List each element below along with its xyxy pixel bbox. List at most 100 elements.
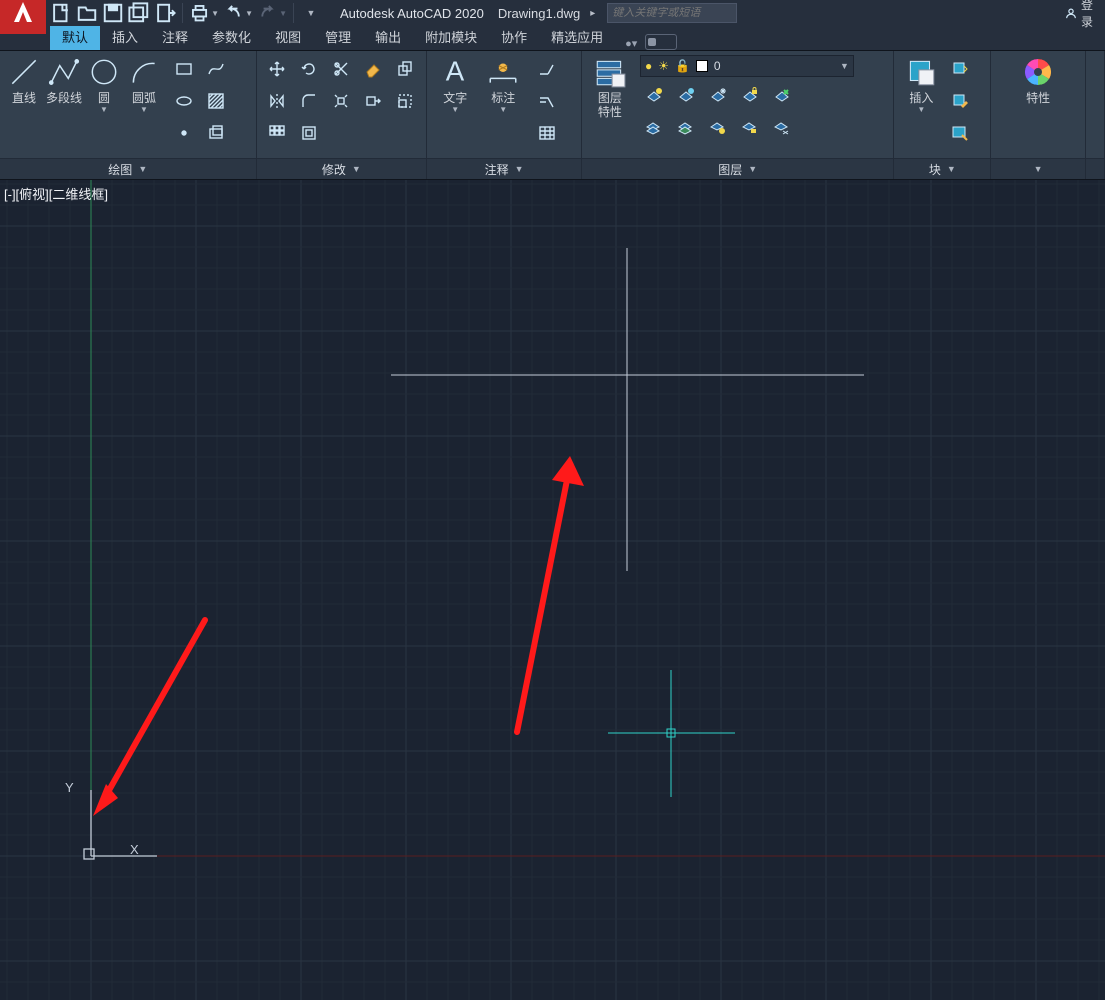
tool-line[interactable]: 直线	[6, 55, 42, 158]
panel-block: 插入 ▼ 块▼	[894, 51, 991, 179]
explode-icon[interactable]	[327, 87, 355, 115]
panel-title-draw[interactable]: 绘图▼	[0, 158, 256, 179]
bulb-icon: ●	[645, 59, 652, 73]
create-icon[interactable]	[946, 55, 974, 83]
chevron-down-icon: ▼	[140, 105, 148, 114]
rect-icon[interactable]	[170, 55, 198, 83]
annotate-mini	[533, 55, 561, 158]
tab-parametric[interactable]: 参数化	[200, 23, 263, 50]
tool-circle[interactable]: 圆 ▼	[86, 55, 122, 158]
panel-title-modify[interactable]: 修改▼	[257, 158, 427, 179]
quick-access-toolbar: ▼ ▼ ▼ ▼	[50, 3, 322, 23]
login-button[interactable]: 登录	[1065, 0, 1093, 30]
search-input[interactable]	[608, 7, 736, 19]
leader-icon[interactable]	[533, 55, 561, 83]
move-icon[interactable]	[263, 55, 291, 83]
dim-icon	[486, 55, 520, 89]
panel-title-annotate[interactable]: 注释▼	[427, 158, 581, 179]
tab-overflow-icon[interactable]: ●▾	[625, 37, 637, 50]
tool-properties[interactable]: 特性	[1013, 55, 1063, 158]
layer-tools	[640, 81, 854, 141]
qat-redo-icon[interactable]: ▼	[257, 3, 287, 23]
trim-icon[interactable]	[327, 55, 355, 83]
ribbon-tabs: 默认 插入 注释 参数化 视图 管理 输出 附加模块 协作 精选应用 ●▾	[0, 26, 1105, 51]
panel-title-properties[interactable]: ▼	[991, 158, 1085, 179]
tool-insert[interactable]: 插入 ▼	[900, 55, 942, 158]
arc-icon	[127, 55, 161, 89]
draw-mini-tools	[170, 55, 230, 158]
svg-text:A: A	[446, 56, 465, 87]
ucs-y-label: Y	[65, 780, 74, 795]
layiso-icon[interactable]	[672, 81, 700, 109]
laylock-icon[interactable]	[736, 81, 764, 109]
layunis-icon[interactable]	[672, 113, 700, 141]
chevron-down-icon: ▼	[840, 61, 849, 71]
table-icon[interactable]	[533, 119, 561, 147]
mleader-icon[interactable]	[533, 87, 561, 115]
tab-addins[interactable]: 附加模块	[413, 23, 489, 50]
panel-collapsed-1[interactable]	[1086, 51, 1105, 179]
panel-title-layers[interactable]: 图层▼	[582, 158, 893, 179]
tab-default[interactable]: 默认	[50, 23, 100, 50]
app-logo[interactable]	[0, 0, 46, 34]
ellipse-icon[interactable]	[170, 87, 198, 115]
tab-manage[interactable]: 管理	[313, 23, 363, 50]
array-icon[interactable]	[263, 119, 291, 147]
panel-title-block[interactable]: 块▼	[894, 158, 990, 179]
layoff-icon[interactable]	[640, 81, 668, 109]
ribbon-min-toggle[interactable]	[645, 34, 677, 50]
viewport-label[interactable]: [-][俯视][二维线框]	[4, 184, 108, 203]
tool-polyline[interactable]: 多段线	[46, 55, 82, 158]
tool-text[interactable]: A 文字 ▼	[433, 55, 477, 158]
attedit-icon[interactable]	[946, 119, 974, 147]
drawing-area[interactable]: [-][俯视][二维线框] Y X	[0, 180, 1105, 1000]
tab-output[interactable]: 输出	[363, 23, 413, 50]
tab-featured[interactable]: 精选应用	[539, 23, 615, 50]
qat-customize-icon[interactable]: ▼	[300, 3, 322, 23]
block-mini	[946, 55, 974, 158]
layunl-icon[interactable]	[736, 113, 764, 141]
window-title: Autodesk AutoCAD 2020 Drawing1.dwg	[340, 6, 580, 21]
mirror-icon[interactable]	[263, 87, 291, 115]
stretch-icon[interactable]	[359, 87, 387, 115]
qat-print-icon[interactable]: ▼	[189, 3, 219, 23]
document-name: Drawing1.dwg	[498, 6, 580, 21]
rotate-icon[interactable]	[295, 55, 323, 83]
hatch-icon[interactable]	[202, 87, 230, 115]
qat-save-icon[interactable]	[102, 3, 124, 23]
spline-icon[interactable]	[202, 55, 230, 83]
erase-icon[interactable]	[359, 55, 387, 83]
layon-icon[interactable]	[640, 113, 668, 141]
layfrz-icon[interactable]	[704, 81, 732, 109]
fillet-icon[interactable]	[295, 87, 323, 115]
point-icon[interactable]	[170, 119, 198, 147]
tool-arc[interactable]: 圆弧 ▼	[126, 55, 162, 158]
canvas[interactable]: Y X	[0, 180, 1105, 1000]
qat-separator	[182, 3, 183, 23]
laymatch-icon[interactable]	[768, 81, 796, 109]
laythw-icon[interactable]	[704, 113, 732, 141]
title-caret-icon[interactable]: ▸	[590, 8, 595, 19]
qat-open-icon[interactable]	[76, 3, 98, 23]
chevron-down-icon: ▼	[451, 105, 459, 114]
qat-undo-icon[interactable]: ▼	[223, 3, 253, 23]
region-icon[interactable]	[202, 119, 230, 147]
offset-icon[interactable]	[295, 119, 323, 147]
layprev-icon[interactable]	[768, 113, 796, 141]
tab-insert[interactable]: 插入	[100, 23, 150, 50]
tool-dimension[interactable]: 标注 ▼	[481, 55, 525, 158]
qat-separator-2	[293, 3, 294, 23]
layer-combo[interactable]: ● ☀ 🔓 0 ▼	[640, 55, 854, 77]
qat-new-icon[interactable]	[50, 3, 72, 23]
edit-icon[interactable]	[946, 87, 974, 115]
copy-icon[interactable]	[391, 55, 419, 83]
tab-annotate[interactable]: 注释	[150, 23, 200, 50]
search-box[interactable]	[607, 3, 737, 23]
panel-annotate: A 文字 ▼ 标注 ▼ 注释▼	[427, 51, 582, 179]
qat-export-icon[interactable]	[154, 3, 176, 23]
scale-icon[interactable]	[391, 87, 419, 115]
tab-collab[interactable]: 协作	[489, 23, 539, 50]
tool-layer-properties[interactable]: 图层 特性	[588, 55, 632, 158]
qat-saveall-icon[interactable]	[128, 3, 150, 23]
tab-view[interactable]: 视图	[263, 23, 313, 50]
